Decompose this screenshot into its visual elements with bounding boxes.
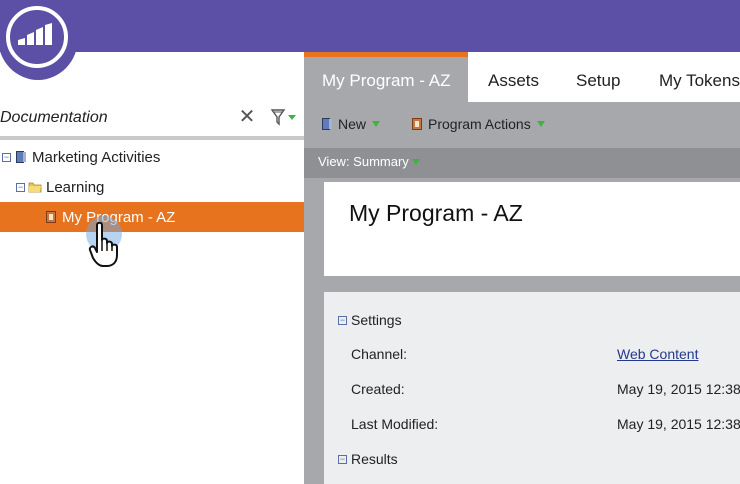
sidebar-search-input[interactable] [0,106,230,130]
tree-item-my-program[interactable]: My Program - AZ [0,202,304,232]
close-icon[interactable]: ✕ [238,106,256,128]
dropdown-caret-icon [536,121,545,127]
view-bar: View: Summary [304,148,740,178]
last-modified-label: Last Modified: [351,416,439,432]
results-section-label: Results [351,451,398,467]
created-value: May 19, 2015 12:38 F [617,381,740,397]
program-actions-button[interactable]: Program Actions [410,114,545,134]
toolbar: New Program Actions [304,102,740,144]
top-header-bar [0,0,740,52]
tree-item-label: Marketing Activities [32,148,161,166]
book-icon [322,118,332,130]
new-button-label: New [338,116,367,132]
page-title: My Program - AZ [349,200,523,226]
hand-pointer-icon [88,222,118,267]
tree-item-marketing-activities[interactable]: − Marketing Activities [2,142,160,172]
view-selector-label: View: Summary [318,154,409,169]
sidebar-divider [0,136,304,140]
new-button[interactable]: New [320,114,381,134]
collapse-toggle-icon[interactable]: − [338,454,347,464]
program-title-card: My Program - AZ [324,182,740,276]
tab-my-tokens[interactable]: My Tokens [641,52,740,102]
logo-bars-icon [18,23,52,45]
last-modified-value: May 19, 2015 12:38 F [617,416,740,432]
collapse-toggle-icon[interactable]: − [338,315,347,325]
collapse-toggle-icon[interactable]: − [2,152,11,162]
settings-section-header[interactable]: − Settings [338,312,402,328]
view-selector[interactable]: View: Summary [318,154,420,169]
tab-assets[interactable]: Assets [470,52,557,102]
program-icon [412,118,422,130]
dropdown-caret-icon [372,121,381,127]
settings-section-label: Settings [351,312,402,328]
tab-my-program[interactable]: My Program - AZ [304,52,468,102]
main-panel: My Program - AZ Assets Setup My Tokens N… [304,52,740,484]
tree-item-label: Learning [46,178,105,196]
channel-link[interactable]: Web Content [617,346,698,362]
created-label: Created: [351,381,405,397]
folder-icon [28,182,42,193]
book-icon [16,151,26,163]
program-icon [46,211,56,223]
results-section-header[interactable]: − Results [338,451,398,467]
filter-icon[interactable] [270,108,298,128]
program-details-card: − Settings Channel: Web Content Created:… [324,292,740,484]
tab-bar: My Program - AZ Assets Setup My Tokens [304,52,740,102]
program-actions-label: Program Actions [428,116,531,132]
tab-setup[interactable]: Setup [558,52,638,102]
dropdown-caret-icon [411,158,420,165]
channel-label: Channel: [351,346,408,362]
collapse-toggle-icon[interactable]: − [16,182,25,192]
sidebar-search-row: ✕ [0,100,304,136]
tree-item-learning[interactable]: − Learning [16,172,104,202]
